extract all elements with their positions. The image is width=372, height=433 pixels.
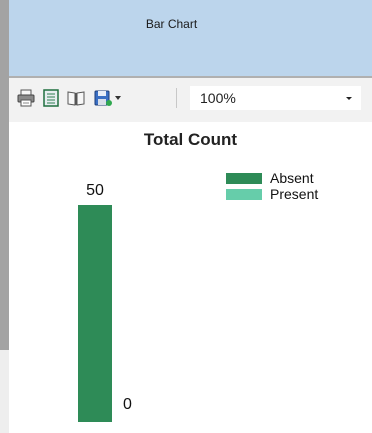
export-button[interactable] (94, 89, 124, 107)
legend-swatch (226, 189, 262, 200)
page-setup-button[interactable] (42, 89, 60, 107)
legend-item: Present (226, 186, 356, 203)
legend-label: Present (270, 186, 319, 202)
title-banner: Bar Chart (9, 0, 372, 76)
zoom-dropdown[interactable]: 100% (190, 86, 361, 110)
zoom-value: 100% (200, 90, 236, 106)
bar-absent (78, 205, 112, 422)
save-icon (94, 90, 121, 106)
legend-item: Absent (226, 170, 356, 187)
left-panel-lower (0, 350, 9, 433)
banner-title: Bar Chart (145, 17, 198, 31)
book-icon (67, 91, 85, 106)
report-canvas: Total Count 50 0 Absent Present (9, 122, 372, 433)
dropdown-arrow-icon (346, 97, 352, 100)
print-button[interactable] (17, 89, 35, 107)
report-toolbar: 100% (9, 76, 372, 122)
y-tick-label: 50 (86, 182, 104, 199)
y-tick-label: 0 (123, 396, 132, 413)
legend-label: Absent (270, 170, 314, 186)
left-panel-edge (0, 0, 9, 433)
chart-legend: Absent Present (226, 170, 356, 203)
page-layout-button[interactable] (67, 89, 85, 107)
page-setup-icon (43, 89, 59, 107)
bar-chart: 50 0 (78, 182, 132, 422)
printer-icon (17, 89, 35, 107)
toolbar-separator (176, 88, 177, 108)
legend-swatch (226, 173, 262, 184)
